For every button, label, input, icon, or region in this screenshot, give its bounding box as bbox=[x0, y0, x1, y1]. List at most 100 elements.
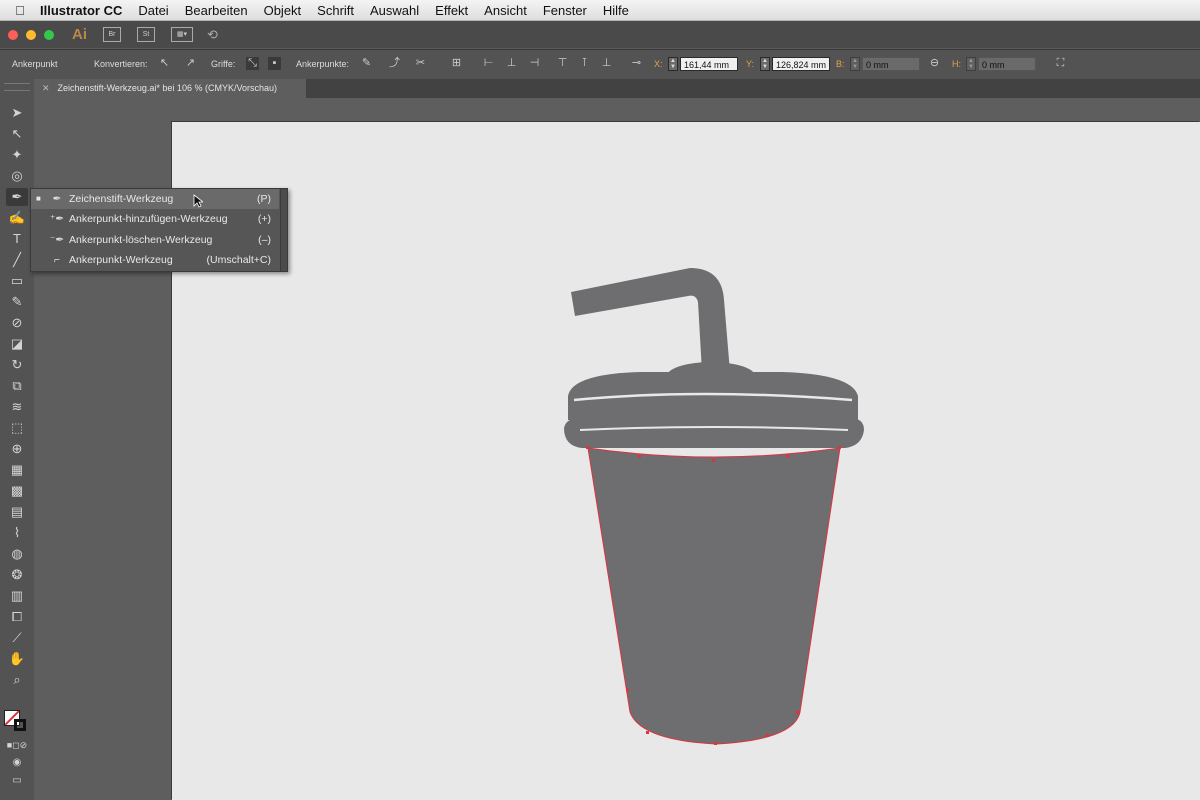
x-stepper[interactable]: ▲ ▼ bbox=[668, 57, 678, 71]
align-reference-icon[interactable]: ⊞ bbox=[450, 57, 463, 70]
blob-brush-tool-icon[interactable]: ⊘ bbox=[6, 314, 28, 332]
remove-anchor-icon[interactable]: ✎ bbox=[360, 57, 373, 70]
stroke-swatch[interactable] bbox=[14, 719, 26, 731]
pen-icon: ✒ bbox=[52, 193, 62, 205]
column-graph-tool-icon[interactable]: ▥ bbox=[6, 587, 28, 605]
magic-wand-tool-icon[interactable]: ✦ bbox=[6, 146, 28, 164]
screen-mode-icon[interactable]: ▭ bbox=[6, 772, 28, 790]
menu-schrift[interactable]: Schrift bbox=[317, 3, 354, 18]
flyout-item-delete-anchor[interactable]: ⁻✒ Ankerpunkt-löschen-Werkzeug (–) bbox=[31, 230, 279, 250]
shape-builder-tool-icon[interactable]: ⊕ bbox=[6, 440, 28, 458]
symbol-sprayer-tool-icon[interactable]: ❂ bbox=[6, 566, 28, 584]
align-vcenter-icon[interactable]: ⊺ bbox=[578, 57, 591, 70]
zoom-tool-icon[interactable]: ⌕ bbox=[6, 671, 28, 689]
mouse-cursor-icon bbox=[193, 194, 203, 208]
blend-tool-icon[interactable]: ◍ bbox=[6, 545, 28, 563]
perspective-grid-tool-icon[interactable]: ▦ bbox=[6, 461, 28, 479]
w-field[interactable]: 0 mm bbox=[862, 57, 920, 71]
flyout-item-label: Ankerpunkt-löschen-Werkzeug bbox=[69, 234, 213, 246]
paintbrush-tool-icon[interactable]: ✎ bbox=[6, 293, 28, 311]
width-tool-icon[interactable]: ≋ bbox=[6, 398, 28, 416]
stock-button[interactable]: St bbox=[137, 27, 155, 42]
minimize-window-button[interactable] bbox=[26, 29, 36, 40]
y-stepper[interactable]: ▲ ▼ bbox=[760, 57, 770, 71]
flyout-item-add-anchor[interactable]: ⁺✒ Ankerpunkt-hinzufügen-Werkzeug (+) bbox=[31, 209, 279, 229]
sync-icon[interactable]: ⟲ bbox=[207, 27, 218, 43]
h-stepper[interactable]: ▲ ▼ bbox=[966, 57, 976, 71]
menu-objekt[interactable]: Objekt bbox=[264, 3, 302, 18]
link-proportions-icon[interactable]: ⊖ bbox=[928, 57, 941, 70]
rectangle-tool-icon[interactable]: ▭ bbox=[6, 272, 28, 290]
pen-tool-icon[interactable]: ✒ bbox=[6, 188, 28, 206]
eraser-tool-icon[interactable]: ◪ bbox=[6, 335, 28, 353]
rotate-tool-icon[interactable]: ↻ bbox=[6, 356, 28, 374]
hide-handles-icon[interactable]: ▪ bbox=[268, 57, 281, 70]
line-tool-icon[interactable]: ╱ bbox=[6, 251, 28, 269]
h-label: H: bbox=[952, 59, 961, 69]
align-hcenter-icon[interactable]: ⊥ bbox=[505, 57, 518, 70]
control-bar: Ankerpunkt Konvertieren: ↖ ↗ Griffe: ⤡ ▪… bbox=[0, 49, 1200, 80]
free-transform-tool-icon[interactable]: ⬚ bbox=[6, 419, 28, 437]
cut-path-icon[interactable]: ✂ bbox=[414, 57, 427, 70]
convert-corner-icon[interactable]: ↖ bbox=[158, 57, 171, 70]
hand-tool-icon[interactable]: ✋ bbox=[6, 650, 28, 668]
show-handles-icon[interactable]: ⤡ bbox=[246, 57, 259, 70]
delete-anchor-icon: ⁻✒ bbox=[49, 234, 65, 246]
flyout-item-shortcut: (+) bbox=[257, 213, 271, 225]
eyedropper-tool-icon[interactable]: ⌇ bbox=[6, 524, 28, 542]
lasso-tool-icon[interactable]: ◎ bbox=[6, 167, 28, 185]
document-tab[interactable]: ✕ Zeichenstift-Werkzeug.ai* bei 106 % (CM… bbox=[34, 79, 306, 98]
anchor-point-icon[interactable]: ⊸ bbox=[630, 57, 643, 70]
transform-icon[interactable]: ⛶ bbox=[1054, 57, 1067, 70]
close-window-button[interactable] bbox=[8, 29, 18, 40]
w-label: B: bbox=[836, 59, 845, 69]
artboard[interactable] bbox=[172, 122, 1200, 800]
menu-datei[interactable]: Datei bbox=[138, 3, 168, 18]
gradient-tool-icon[interactable]: ▤ bbox=[6, 503, 28, 521]
h-field[interactable]: 0 mm bbox=[978, 57, 1036, 71]
mesh-tool-icon[interactable]: ▩ bbox=[6, 482, 28, 500]
type-tool-icon[interactable]: T bbox=[6, 230, 28, 248]
align-left-icon[interactable]: ⊢ bbox=[482, 57, 495, 70]
w-stepper[interactable]: ▲ ▼ bbox=[850, 57, 860, 71]
menu-hilfe[interactable]: Hilfe bbox=[603, 3, 629, 18]
apple-icon[interactable]:  bbox=[0, 3, 40, 18]
direct-selection-tool-icon[interactable]: ↖ bbox=[6, 125, 28, 143]
panel-grip[interactable] bbox=[4, 83, 30, 91]
close-tab-icon[interactable]: ✕ bbox=[42, 83, 50, 93]
x-field[interactable]: 161,44 mm bbox=[680, 57, 738, 71]
x-label: X: bbox=[654, 59, 663, 69]
menu-bearbeiten[interactable]: Bearbeiten bbox=[185, 3, 248, 18]
convert-smooth-icon[interactable]: ↗ bbox=[184, 57, 197, 70]
y-field[interactable]: 126,824 mm bbox=[772, 57, 830, 71]
flyout-item-shortcut: (Umschalt+C) bbox=[206, 254, 271, 266]
color-mode-icons[interactable]: ■◻⊘ bbox=[6, 736, 28, 754]
arrange-documents-icon[interactable]: ▦▾ bbox=[171, 27, 193, 42]
checked-icon: ■ bbox=[36, 194, 41, 203]
menu-effekt[interactable]: Effekt bbox=[435, 3, 468, 18]
selection-tool-icon[interactable]: ➤ bbox=[6, 104, 28, 122]
menu-ansicht[interactable]: Ansicht bbox=[484, 3, 527, 18]
menu-fenster[interactable]: Fenster bbox=[543, 3, 587, 18]
pen-tool-flyout: ■ ✒ Zeichenstift-Werkzeug (P) ⁺✒ Ankerpu… bbox=[30, 188, 288, 272]
curvature-tool-icon[interactable]: ✍ bbox=[6, 209, 28, 227]
connect-endpoints-icon[interactable]: ⤴ bbox=[388, 57, 401, 70]
flyout-item-pen[interactable]: ■ ✒ Zeichenstift-Werkzeug (P) bbox=[31, 189, 279, 209]
zoom-window-button[interactable] bbox=[44, 29, 54, 40]
menu-auswahl[interactable]: Auswahl bbox=[370, 3, 419, 18]
slice-tool-icon[interactable]: ⟋ bbox=[6, 629, 28, 647]
illustrator-logo: Ai bbox=[72, 26, 87, 43]
flyout-item-anchor-point[interactable]: ⌐ Ankerpunkt-Werkzeug (Umschalt+C) bbox=[31, 250, 279, 270]
macos-menubar:  Illustrator CC Datei Bearbeiten Objekt… bbox=[0, 0, 1200, 21]
align-right-icon[interactable]: ⊣ bbox=[528, 57, 541, 70]
artboard-tool-icon[interactable]: ⧠ bbox=[6, 608, 28, 626]
flyout-tearoff-strip[interactable] bbox=[280, 189, 287, 271]
align-bottom-icon[interactable]: ⊥ bbox=[600, 57, 613, 70]
flyout-item-shortcut: (P) bbox=[257, 193, 271, 205]
draw-mode-icon[interactable]: ◉ bbox=[6, 754, 28, 772]
scale-tool-icon[interactable]: ⧉ bbox=[6, 377, 28, 395]
bridge-button[interactable]: Br bbox=[103, 27, 121, 42]
align-top-icon[interactable]: ⊤ bbox=[556, 57, 569, 70]
app-menu[interactable]: Illustrator CC bbox=[40, 3, 122, 18]
application-bar: Ai Br St ▦▾ ⟲ bbox=[0, 21, 1200, 48]
